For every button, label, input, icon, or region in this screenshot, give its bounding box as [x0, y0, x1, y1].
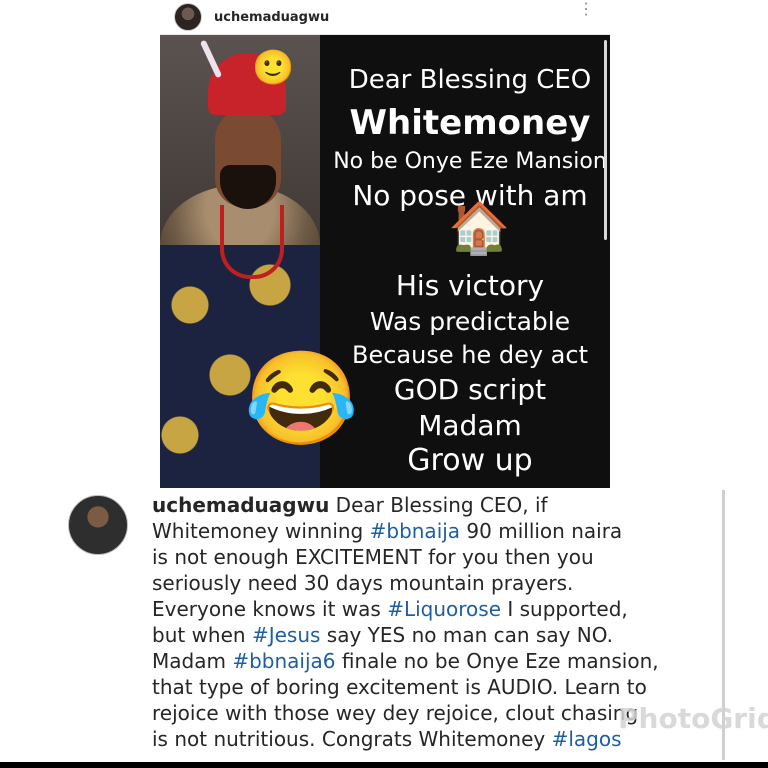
bottom-bar — [0, 762, 768, 768]
coral-beads — [220, 205, 284, 279]
caption-username[interactable]: uchemaduagwu — [152, 493, 329, 517]
meme-line-7: Because he dey act — [352, 341, 588, 369]
caption-line-2: Whitemoney winning #bbnaija 90 million n… — [152, 518, 722, 544]
scrollbar[interactable] — [604, 40, 607, 240]
caption-line-5: Everyone knows it was #Liquorose I suppo… — [152, 596, 722, 622]
meme-line-10: Grow up — [407, 443, 533, 478]
caption-text: is not nutritious. Congrats Whitemoney — [152, 727, 552, 751]
meme-line-2: Whitemoney — [349, 103, 591, 143]
watermark: PhotoGrid — [618, 702, 768, 735]
post-header: uchemaduagwu ⋮ — [160, 0, 610, 35]
caption-line-7: Madam #bbnaija6 finale no be Onye Eze ma… — [152, 648, 722, 674]
caption-text: Everyone knows it was — [152, 597, 388, 621]
hashtag-link[interactable]: #bbnaija — [370, 519, 460, 543]
caption-text: finale no be Onye Eze mansion, — [335, 649, 659, 673]
caption-text: Whitemoney winning — [152, 519, 370, 543]
caption-avatar[interactable] — [68, 495, 128, 555]
post-image[interactable]: 🙂 Dear Blessing CEO Whitemoney No be Ony… — [160, 35, 610, 488]
feather — [199, 39, 223, 79]
caption-text: I supported, — [501, 597, 628, 621]
avatar[interactable] — [174, 3, 202, 31]
smile-emoji-icon: 🙂 — [252, 49, 295, 87]
caption-text: say YES no man can say NO. — [320, 623, 614, 647]
caption-text: 90 million naira — [460, 519, 623, 543]
hashtag-link[interactable]: #bbnaija6 — [232, 649, 335, 673]
caption-line-4: seriously need 30 days mountain prayers. — [152, 571, 574, 595]
caption-line-3: is not enough EXCITEMENT for you then yo… — [152, 545, 594, 569]
hashtag-link[interactable]: #Liquorose — [387, 597, 501, 621]
caption-text: Dear Blessing CEO, if — [329, 493, 548, 517]
house-emoji-icon: 🏠 — [448, 199, 511, 257]
meme-line-3: No be Onye Eze Mansion — [333, 149, 607, 174]
hashtag-link[interactable]: #Jesus — [252, 623, 320, 647]
laughing-emoji-icon: 😂 — [244, 348, 359, 450]
caption-line-6: but when #Jesus say YES no man can say N… — [152, 622, 722, 648]
meme-line-1: Dear Blessing CEO — [348, 65, 592, 95]
caption-text: Madam — [152, 649, 233, 673]
caption-line-1: uchemaduagwu Dear Blessing CEO, if — [152, 492, 722, 518]
meme-line-6: Was predictable — [369, 307, 571, 336]
meme-line-8: GOD script — [393, 373, 547, 406]
hashtag-link[interactable]: #lagos — [552, 727, 622, 751]
caption-text: but when — [152, 623, 252, 647]
meme-line-9: Madam — [418, 409, 522, 442]
caption-line-8: that type of boring excitement is AUDIO.… — [152, 675, 647, 699]
more-options-icon[interactable]: ⋮ — [578, 2, 594, 18]
post-username[interactable]: uchemaduagwu — [214, 10, 329, 25]
meme-line-5: His victory — [395, 269, 545, 302]
